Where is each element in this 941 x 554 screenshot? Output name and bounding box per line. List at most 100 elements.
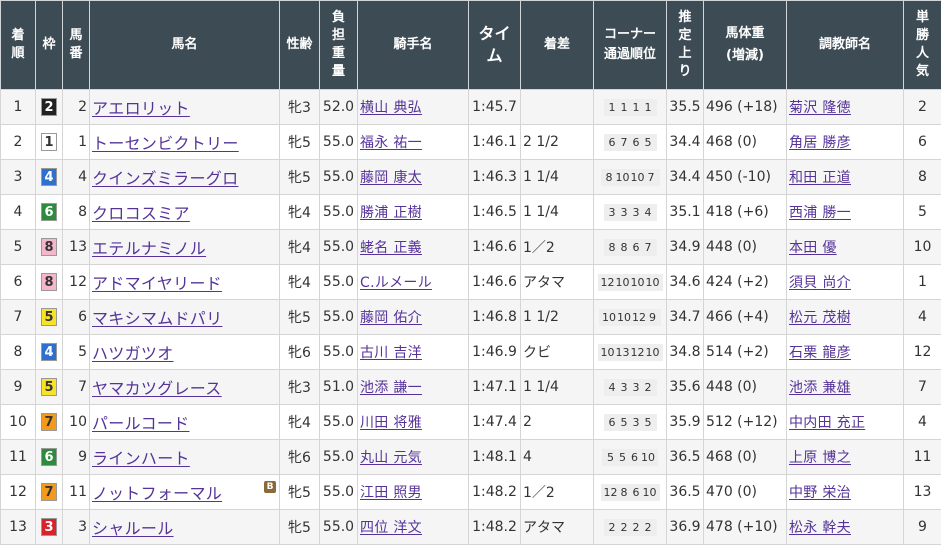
finish-cell: 6 [0,264,36,300]
last-3f-time: 34.7 [669,309,701,325]
jockey-cell: 蛯名 正義 [357,229,469,265]
jockey-name-link[interactable]: C.ルメール [360,275,432,291]
margin-value: 2 [523,414,532,430]
waku-cell: 6 [35,439,63,475]
jockey-name-link[interactable]: 丸山 元気 [360,450,422,466]
last-3f-time: 34.4 [669,169,701,185]
race-time: 1:47.1 [472,379,517,395]
finish-position: 8 [13,344,23,360]
horse-name-link[interactable]: エテルナミノル [92,239,206,258]
last3f-cell: 34.4 [666,159,704,195]
sexage-cell: 牝5 [279,299,320,335]
margin-value: アタマ [523,520,565,536]
horse-cell: アドマイヤリード [89,264,280,300]
finish-position: 1 [13,99,23,115]
finish-position: 13 [9,519,27,535]
jockey-name-link[interactable]: 福永 祐一 [360,135,422,151]
margin-value: 1／2 [523,240,555,256]
carried-weight: 52.0 [322,99,355,115]
corner-cell: 6535 [593,404,667,440]
popularity-cell: 7 [903,369,941,405]
bodyweight-cell: 424 (+2) [703,264,787,300]
horse-name-link[interactable]: アエロリット [92,99,190,118]
body-weight: 466 (+4) [706,309,769,325]
jockey-name-link[interactable]: 蛯名 正義 [360,240,422,256]
bodyweight-cell: 468 (0) [703,439,787,475]
win-popularity: 4 [918,414,927,430]
last3f-cell: 36.5 [666,474,704,510]
corner-position: 3 [632,205,640,219]
jockey-name-link[interactable]: 川田 将雅 [360,415,422,431]
horse-name-link[interactable]: ノットフォーマル [92,484,222,503]
margin-cell: 1 1/4 [520,194,594,230]
sexage-cell: 牝3 [279,89,320,125]
horse-name-link[interactable]: ヤマカツグレース [92,379,222,398]
corner-position: 3 [632,415,640,429]
last3f-cell: 35.6 [666,369,704,405]
sex-age: 牝4 [288,240,311,256]
corner-position: 2 [632,520,640,534]
horse-name-link[interactable]: マキシマムドパリ [92,309,222,328]
horse-name-link[interactable]: トーセンビクトリー [92,134,239,153]
last-3f-time: 36.5 [669,449,701,465]
carried-weight: 55.0 [322,414,355,430]
bodyweight-cell: 470 (0) [703,474,787,510]
horse-name-link[interactable]: アドマイヤリード [92,274,222,293]
body-weight: 450 (-10) [706,169,771,185]
margin-value: 1 1/2 [523,309,559,325]
trainer-name-link[interactable]: 角居 勝彦 [789,135,851,151]
trainer-name-link[interactable]: 和田 正道 [789,170,851,186]
corner-position: 7 [620,135,628,149]
finish-position: 5 [13,239,23,255]
trainer-name-link[interactable]: 石栗 龍彦 [789,345,851,361]
jockey-cell: 藤岡 康太 [357,159,469,195]
corner-position: 5 [644,135,652,149]
trainer-name-link[interactable]: 池添 兼雄 [789,380,851,396]
last3f-cell: 34.7 [666,299,704,335]
horse-name-link[interactable]: クインズミラーグロ [92,169,238,188]
finish-position: 3 [13,169,23,185]
trainer-name-link[interactable]: 菊沢 隆徳 [789,100,851,116]
jockey-name-link[interactable]: 勝浦 正樹 [360,205,422,221]
corner-positions: 12 10 10 10 [597,273,663,291]
jockey-name-link[interactable]: 江田 照男 [360,485,422,501]
trainer-name-link[interactable]: 本田 優 [789,240,837,256]
horse-number: 10 [69,414,87,430]
popularity-cell: 10 [903,229,941,265]
corner-cell: 4332 [593,369,667,405]
waku-badge: 6 [41,203,57,221]
horse-name-link[interactable]: ハツガツオ [92,344,174,363]
trainer-name-link[interactable]: 上原 博之 [789,450,851,466]
corner-position: 8 [605,170,613,184]
horse-name-link[interactable]: ラインハート [92,449,190,468]
race-time: 1:48.2 [472,484,517,500]
jockey-name-link[interactable]: 古川 吉洋 [360,345,422,361]
umaban-cell: 11 [62,474,90,510]
sex-age: 牝5 [288,135,311,151]
corner-position: 10 [630,275,645,289]
corner-position: 3 [608,205,616,219]
horse-cell: ヤマカツグレース [89,369,280,405]
jockey-name-link[interactable]: 池添 謙一 [360,380,422,396]
jockey-name-link[interactable]: 四位 洋文 [360,520,422,536]
corner-position: 6 [608,415,616,429]
trainer-name-link[interactable]: 西浦 勝一 [789,205,851,221]
jockey-name-link[interactable]: 横山 典弘 [360,100,422,116]
corner-cell: 8 10 10 7 [593,159,667,195]
trainer-name-link[interactable]: 中野 栄治 [789,485,851,501]
horse-name-link[interactable]: パールコード [92,414,189,433]
jockey-name-link[interactable]: 藤岡 佑介 [360,310,422,326]
corner-cell: 5 5 6 10 [593,439,667,475]
umaban-cell: 5 [62,334,90,370]
trainer-name-link[interactable]: 須貝 尚介 [789,275,851,291]
horse-name-link[interactable]: シャルール [92,519,174,538]
margin-cell: 1 1/4 [520,369,594,405]
jockey-name-link[interactable]: 藤岡 康太 [360,170,422,186]
horse-name-link[interactable]: クロコスミア [92,204,190,223]
trainer-name-link[interactable]: 中内田 充正 [789,415,865,431]
carried-weight: 55.0 [322,204,355,220]
waku-cell: 2 [35,89,63,125]
trainer-name-link[interactable]: 松永 幹夫 [789,520,851,536]
trainer-name-link[interactable]: 松元 茂樹 [789,310,851,326]
jockey-cell: 古川 吉洋 [357,334,469,370]
